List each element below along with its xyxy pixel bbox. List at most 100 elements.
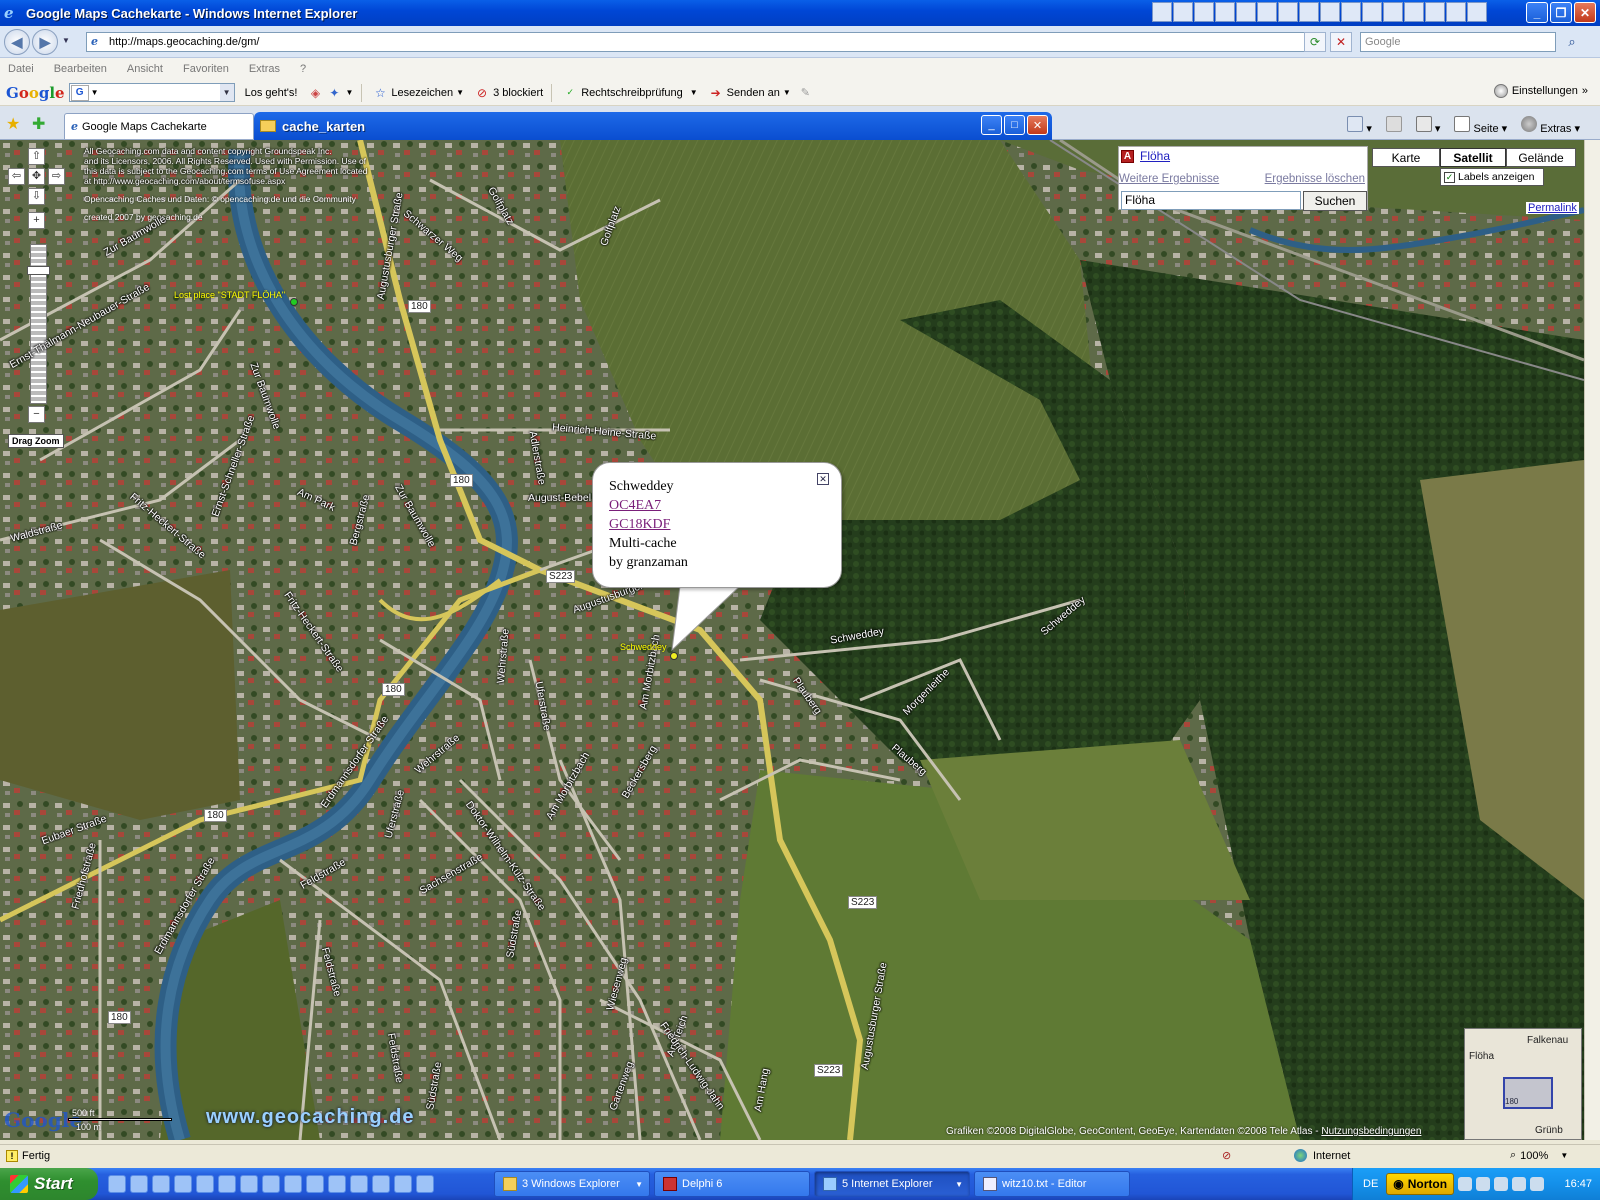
app-icon[interactable] [284,1175,302,1193]
favorites-star-icon[interactable]: ★ [6,114,20,134]
maximize-button[interactable]: □ [1004,115,1025,135]
app-icon[interactable] [196,1175,214,1193]
cache-link-oc[interactable]: OC4EA7 [609,496,825,515]
more-results-link[interactable]: Weitere Ergebnisse [1119,173,1219,185]
app-icon[interactable] [328,1175,346,1193]
tray-icon[interactable] [1458,1177,1473,1191]
excel-icon[interactable] [1383,2,1403,22]
add-favorite-icon[interactable]: ✚ [32,114,45,134]
zoom-in-button[interactable]: + [28,212,45,229]
popup-blocker-button[interactable]: ⊘ 3 blockiert [474,85,543,101]
restore-button[interactable]: ❐ [1550,2,1572,23]
pan-center-button[interactable]: ✥ [28,168,45,185]
app-icon[interactable] [240,1175,258,1193]
cache-marker-icon[interactable] [670,652,678,660]
pan-right-button[interactable]: ⇨ [48,168,65,185]
app-icon[interactable] [350,1175,368,1193]
pan-up-button[interactable]: ⇧ [28,148,45,165]
app-icon[interactable] [416,1175,434,1193]
start-button[interactable]: Start [0,1168,98,1200]
app-icon[interactable] [394,1175,412,1193]
url-field[interactable]: e http://maps.geocaching.de/gm/ ▼ [86,32,1326,52]
app-icon[interactable] [1341,2,1361,22]
search-result-link[interactable]: Flöha [1140,149,1170,163]
permalink-link[interactable]: Permalink [1526,202,1579,214]
map-type-satellit[interactable]: Satellit [1440,148,1506,167]
close-button[interactable]: ✕ [1027,115,1048,135]
spellcheck-button[interactable]: ✓ Rechtschreibprüfung ▼ [562,85,697,101]
language-indicator[interactable]: DE [1363,1178,1378,1190]
app-icon[interactable] [1404,2,1424,22]
explorer-window-cache-karten[interactable]: cache_karten _ □ ✕ [254,112,1052,140]
refresh-button[interactable]: ⟳ [1304,32,1326,52]
pan-left-button[interactable]: ⇦ [8,168,25,185]
task-delphi[interactable]: Delphi 6 [654,1171,810,1197]
app-icon[interactable] [1194,2,1214,22]
app-icon[interactable] [1257,2,1277,22]
clip-icon[interactable]: ✎ [801,86,810,99]
menu-datei[interactable]: Datei [8,63,34,75]
zoom-level[interactable]: ⌕ 100% ▼ [1510,1149,1568,1162]
settings-button[interactable]: Einstellungen » [1493,84,1588,98]
app-icon[interactable] [218,1175,236,1193]
zoom-slider-handle[interactable] [27,266,50,275]
tray-icon[interactable] [1494,1177,1509,1191]
menu-favoriten[interactable]: Favoriten [183,63,229,75]
tab-google-maps[interactable]: e Google Maps Cachekarte [64,113,254,139]
drag-zoom-button[interactable]: Drag Zoom [8,434,64,448]
warning-icon[interactable]: ! [6,1149,18,1162]
task-windows-explorer[interactable]: 3 Windows Explorer ▼ [494,1171,650,1197]
overview-viewport[interactable] [1503,1077,1553,1109]
search-icon[interactable]: ⌕ [1560,32,1584,52]
app-icon[interactable] [306,1175,324,1193]
menu-extras[interactable]: Extras [249,63,280,75]
pan-down-button[interactable]: ⇩ [28,188,45,205]
terms-link[interactable]: Nutzungsbedingungen [1321,1126,1421,1137]
app-icon[interactable] [262,1175,280,1193]
minimize-button[interactable]: _ [1526,2,1548,23]
norton-button[interactable]: ◉ Norton [1386,1173,1455,1195]
feeds-button[interactable] [1385,116,1402,135]
app-icon[interactable] [152,1175,170,1193]
tray-icon[interactable] [1476,1177,1491,1191]
app-icon[interactable] [1467,2,1487,22]
extras-menu[interactable]: Extras ▾ [1521,116,1580,135]
forward-button[interactable]: ▶ [32,29,58,55]
menu-ansicht[interactable]: Ansicht [127,63,163,75]
print-button[interactable]: ▾ [1415,116,1440,135]
send-button[interactable]: ➔ Senden an ▼ [708,85,791,101]
bookmarks-button[interactable]: ☆ Lesezeichen ▼ [372,85,464,101]
map-type-karte[interactable]: Karte [1372,148,1440,167]
mail-icon[interactable] [1215,2,1235,22]
task-internet-explorer[interactable]: 5 Internet Explorer ▼ [814,1171,970,1197]
minimize-button[interactable]: _ [981,115,1002,135]
chevron-down-icon[interactable]: ▼ [91,88,99,97]
close-icon[interactable]: ✕ [817,473,829,485]
tray-icon[interactable] [1512,1177,1527,1191]
location-search-input[interactable]: Flöha [1121,191,1301,210]
history-dropdown-icon[interactable]: ▼ [62,36,70,45]
satellite-map[interactable]: All Geocaching.com data and content copy… [0,140,1584,1140]
clear-results-link[interactable]: Ergebnisse löschen [1265,173,1365,185]
tray-icon[interactable] [1530,1177,1545,1191]
search-dropdown-icon[interactable]: ▼ [219,84,234,101]
los-button[interactable]: Los geht's! [245,87,298,99]
google-search-input[interactable]: G ▼ ▼ [68,83,235,102]
home-button[interactable]: ▾ [1347,116,1372,135]
map-type-gelaende[interactable]: Gelände [1506,148,1576,167]
checkbox-checked-icon[interactable]: ✓ [1444,171,1455,183]
app-icon[interactable] [1152,2,1172,22]
clock[interactable]: 16:47 [1564,1178,1592,1190]
security-zone[interactable]: Internet [1313,1150,1350,1162]
app-icon[interactable] [1425,2,1445,22]
word-icon[interactable] [1362,2,1382,22]
labels-toggle[interactable]: ✓ Labels anzeigen [1440,168,1544,186]
app-icon[interactable] [1446,2,1466,22]
task-editor[interactable]: witz10.txt - Editor [974,1171,1130,1197]
cache-marker-icon[interactable] [290,298,298,306]
menu-bearbeiten[interactable]: Bearbeiten [54,63,107,75]
page-menu[interactable]: Seite ▾ [1454,116,1507,135]
app-icon[interactable] [174,1175,192,1193]
app-icon[interactable] [372,1175,390,1193]
stop-button[interactable]: ✕ [1330,32,1352,52]
